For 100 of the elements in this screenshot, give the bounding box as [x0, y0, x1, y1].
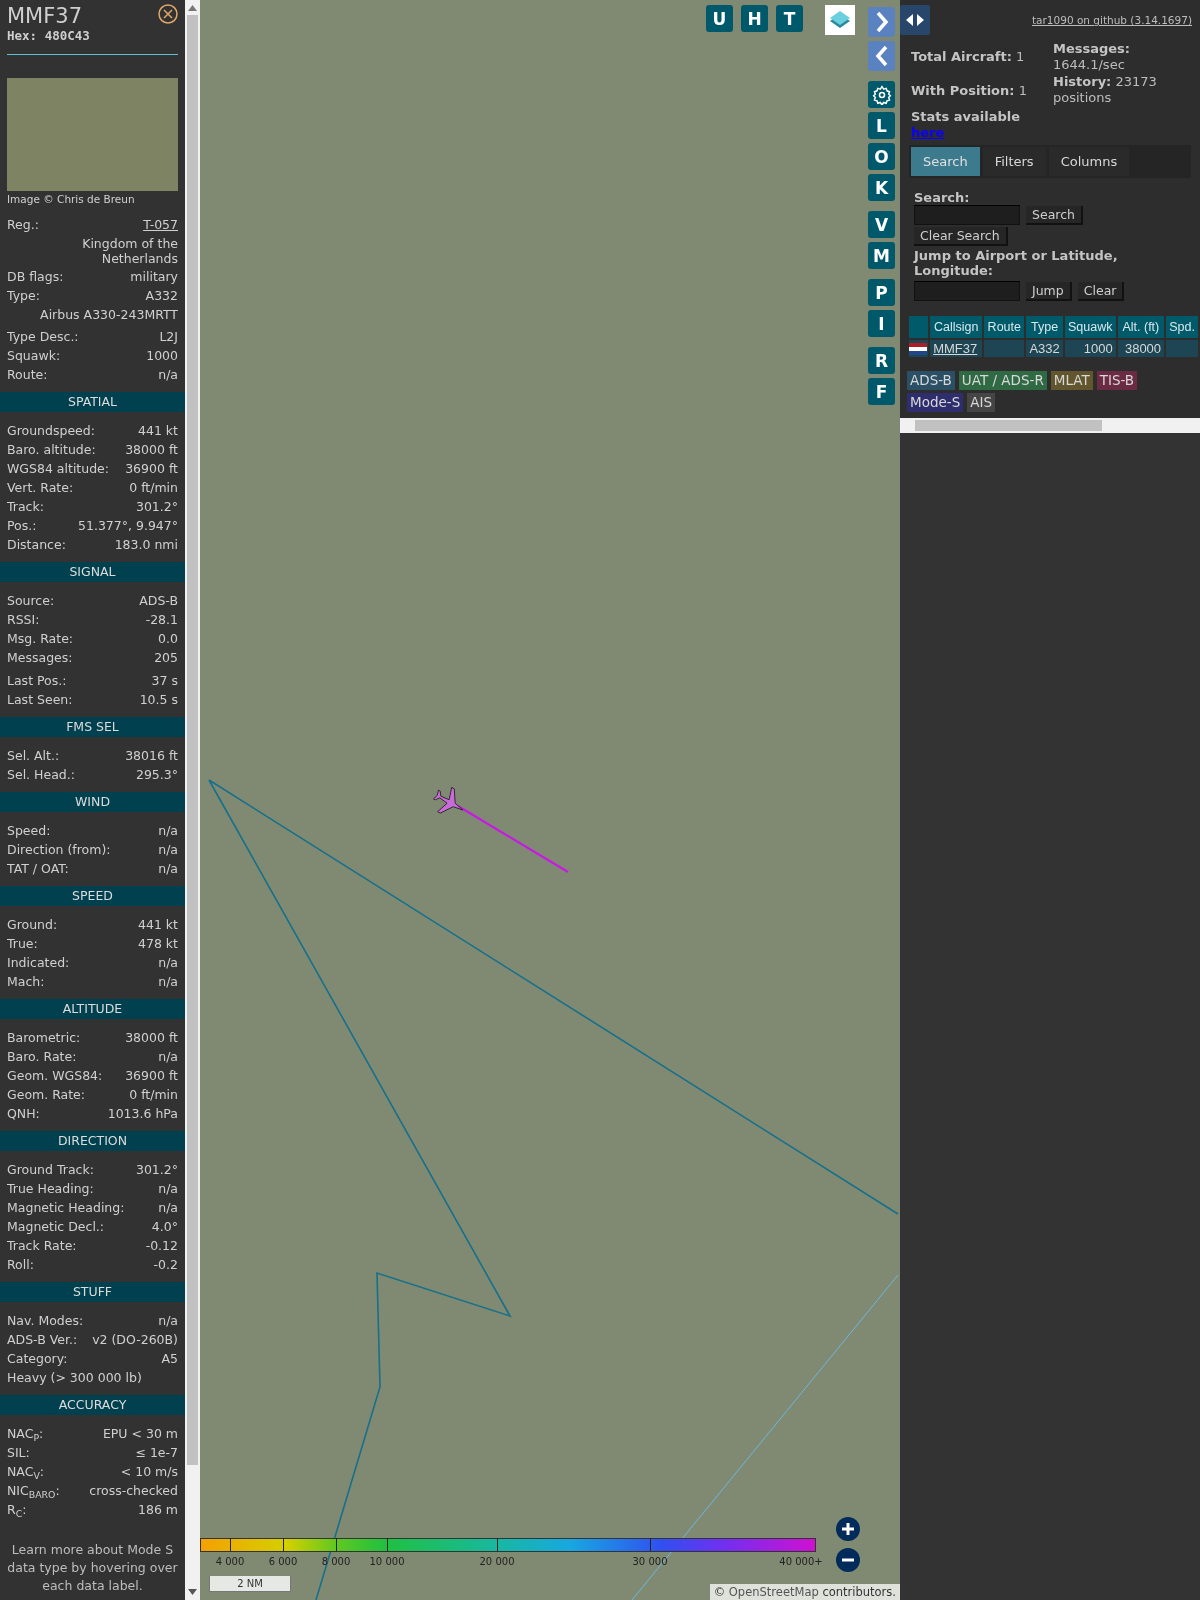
field-value: 38016 ft [125, 747, 178, 765]
column-header[interactable]: Alt. (ft) [1117, 316, 1165, 338]
left-right-icon [905, 13, 925, 27]
scroll-up-icon[interactable] [188, 5, 197, 11]
map-toggle-button[interactable]: L [868, 112, 895, 139]
callsign-link[interactable]: MMF37 [933, 341, 978, 356]
clear-search-button[interactable]: Clear Search [914, 227, 1008, 246]
settings-icon [871, 84, 892, 105]
attribution-link[interactable]: OpenStreetMap [728, 1585, 819, 1599]
column-header[interactable]: Callsign [930, 316, 983, 338]
field-value: 478 kt [138, 935, 178, 953]
map-toggle-button[interactable]: V [868, 211, 895, 238]
field-value: n/a [158, 1199, 178, 1217]
map-toggle-button[interactable]: T [776, 5, 803, 32]
section-header: SPATIAL [0, 392, 185, 412]
field-label: SIL: [7, 1444, 30, 1463]
map-toggle-button[interactable]: P [868, 279, 895, 306]
field-value: < 10 m/s [120, 1463, 178, 1482]
map-toggle-button[interactable]: R [868, 347, 895, 374]
chevron-right-icon [874, 11, 889, 33]
field-value: L2J [159, 328, 178, 346]
field-value: 4.0° [151, 1218, 178, 1236]
field-label: TAT / OAT: [7, 860, 69, 878]
field-value: 301.2° [135, 498, 178, 516]
section-header: WIND [0, 792, 185, 812]
search-button[interactable]: Search [1026, 205, 1083, 225]
column-header[interactable]: Spd. [1166, 316, 1198, 338]
section-header: FMS SEL [0, 717, 185, 737]
map-toggle-button[interactable]: F [868, 378, 895, 405]
map-toggle-button[interactable]: M [868, 242, 895, 269]
field-label: Direction (from): [7, 841, 111, 859]
field-label: Distance: [7, 536, 66, 554]
field-value: 38000 ft [125, 441, 178, 459]
field-label: True: [7, 935, 38, 953]
stat-text: With Position: 1 [911, 82, 1028, 98]
expand-toggle-button[interactable] [900, 5, 930, 35]
field-label: R$_{C}$: [7, 1501, 27, 1520]
tab[interactable]: Columns [1048, 147, 1130, 176]
field-value: 301.2° [135, 1161, 178, 1179]
field-value: 1000 [146, 347, 178, 365]
column-header[interactable]: Type [1026, 316, 1063, 338]
map-toggle-button[interactable]: K [868, 174, 895, 201]
column-header[interactable]: Squawk [1064, 316, 1116, 338]
field-label: Magnetic Heading: [7, 1199, 125, 1217]
section-header: SPEED [0, 886, 185, 906]
layers-button[interactable] [825, 5, 855, 35]
field-label: Track: [7, 498, 44, 516]
field-value: 36900 ft [125, 460, 178, 478]
stat-text: Stats available [911, 109, 1022, 125]
zoom-out-button[interactable] [836, 1548, 860, 1572]
clear-button[interactable]: Clear [1077, 281, 1125, 301]
plane-icon [433, 787, 464, 814]
field-label: Type: [7, 287, 40, 305]
scroll-down-icon[interactable] [188, 1589, 197, 1595]
tab[interactable]: Filters [982, 147, 1046, 176]
stat-text: Total Aircraft: 1 [911, 49, 1026, 65]
scrollbar[interactable] [185, 0, 200, 1600]
field-label: Geom. WGS84: [7, 1067, 103, 1085]
section-header: SIGNAL [0, 562, 185, 582]
field-label: Ground Track: [7, 1161, 94, 1179]
close-icon[interactable] [158, 4, 178, 24]
field-label: Baro. Rate: [7, 1048, 77, 1066]
field-value: n/a [158, 954, 178, 972]
registration-link[interactable]: T-057 [143, 215, 178, 234]
field-value: n/a [158, 1312, 178, 1330]
table-cell [984, 340, 1025, 357]
field-value: 186 m [138, 1501, 178, 1520]
jump-field[interactable] [914, 281, 1020, 301]
field-label: Indicated: [7, 954, 70, 972]
map-toggle-button[interactable]: O [868, 143, 895, 170]
source-legend-tag: UAT / ADS-R [958, 371, 1047, 390]
callsign-title: MMF37 [7, 4, 83, 28]
source-legend-tag: AIS [967, 393, 996, 412]
field-value: n/a [158, 841, 178, 859]
tab[interactable]: Search [911, 147, 980, 176]
field-label: Type Desc.: [7, 328, 79, 346]
horizontal-scrollbar[interactable] [900, 418, 1200, 433]
jump-label: Jump to Airport or Latitude, Longitude: [914, 248, 1119, 278]
stat-text: History: 23173 positions [1053, 74, 1158, 105]
field-label: NIC$_{BARO}$: [7, 1482, 60, 1501]
field-label: Track Rate: [7, 1237, 77, 1255]
field-value: 183.0 nmi [114, 536, 178, 554]
column-header[interactable]: Route [984, 316, 1025, 338]
previous-button[interactable] [868, 41, 895, 71]
field-label: Vert. Rate: [7, 479, 74, 497]
next-button[interactable] [868, 7, 895, 37]
zoom-in-button[interactable] [836, 1517, 860, 1541]
search-field[interactable] [914, 205, 1020, 225]
layers-icon [829, 10, 851, 30]
field-label: RSSI: [7, 611, 40, 629]
field-value: n/a [158, 973, 178, 991]
github-link[interactable]: tar1090 on github (3.14.1697) [1032, 14, 1192, 26]
map-toggle-button[interactable]: I [868, 310, 895, 337]
jump-button[interactable]: Jump [1026, 281, 1072, 301]
field-label: DB flags: [7, 268, 64, 286]
section-header: STUFF [0, 1282, 185, 1302]
settings-button[interactable] [868, 81, 895, 108]
map-toggle-button[interactable]: U [706, 5, 733, 32]
column-header [909, 316, 929, 338]
map-toggle-button[interactable]: H [741, 5, 768, 32]
